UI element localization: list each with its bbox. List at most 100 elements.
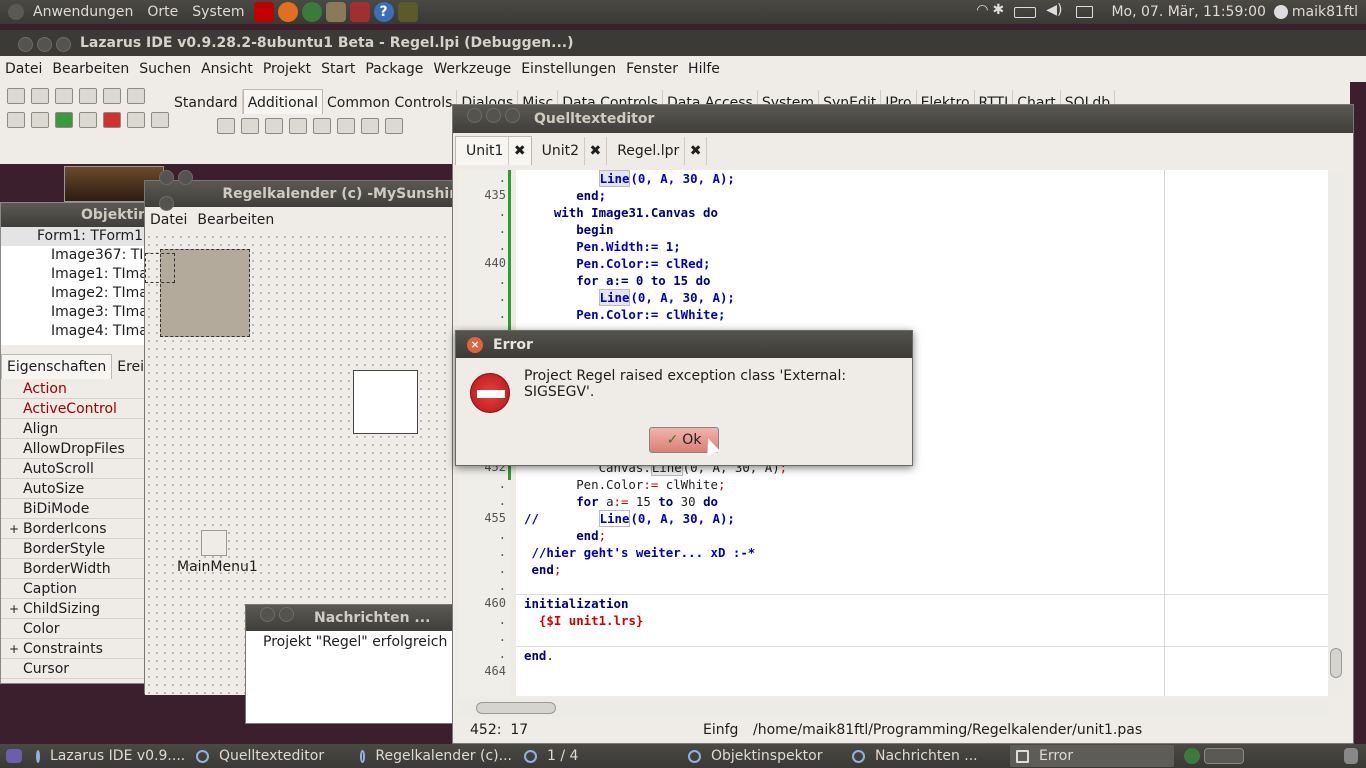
chrome-icon[interactable] (301, 2, 322, 22)
save-icon[interactable] (55, 88, 73, 104)
menu-ansicht[interactable]: Ansicht (196, 61, 258, 77)
rk-title-bar[interactable]: Regelkalender (c) -MySunshine (145, 170, 453, 211)
expand-icon[interactable]: + (9, 639, 19, 659)
tab-unit2[interactable]: Unit2 ✖ (532, 137, 608, 165)
oi-title-bar[interactable]: Objektinspektor (1, 203, 208, 227)
scrollbox-icon[interactable] (361, 118, 379, 134)
property-row[interactable]: AutoScroll (1, 459, 147, 479)
property-row[interactable]: Caption (1, 579, 147, 599)
close-icon[interactable] (159, 170, 174, 185)
workspace-switcher-icon[interactable] (1204, 748, 1244, 764)
step-into-icon[interactable] (127, 112, 145, 128)
speedbutton-icon[interactable] (241, 118, 259, 134)
mainmenu-component-icon[interactable] (201, 530, 227, 556)
task-lazarus[interactable]: Lazarus IDE v0.9.... (30, 745, 190, 767)
trash-icon[interactable] (1344, 748, 1358, 764)
shape-component[interactable] (353, 370, 418, 434)
battery-icon[interactable] (1014, 6, 1037, 18)
tree-item[interactable]: Image3: TImage (1, 303, 147, 322)
tree-item[interactable]: Image2: TImage (1, 284, 147, 303)
expand-icon[interactable]: + (9, 519, 19, 539)
property-row[interactable]: + BorderIcons (1, 519, 147, 539)
menu-projekt[interactable]: Projekt (258, 61, 316, 77)
bitbtn-icon[interactable] (217, 118, 235, 134)
minimize-icon[interactable] (178, 170, 193, 185)
menu-fenster[interactable]: Fenster (621, 61, 683, 77)
menu-system[interactable]: System (185, 4, 251, 20)
user-status-icon[interactable] (1273, 5, 1288, 19)
vertical-scrollbar[interactable] (1328, 170, 1344, 696)
tool-icon[interactable] (397, 2, 418, 22)
run-icon[interactable] (55, 112, 73, 128)
open-icon[interactable] (31, 88, 49, 104)
image-icon[interactable] (289, 118, 307, 134)
expand-icon[interactable]: + (9, 599, 19, 619)
close-tab-icon[interactable]: ✖ (589, 143, 601, 159)
tree-item[interactable]: Image367: TImage (1, 246, 147, 265)
mail-icon[interactable] (1076, 6, 1094, 18)
tree-item[interactable]: Image1: TImage (1, 265, 147, 284)
property-row[interactable]: BorderWidth (1, 559, 147, 579)
show-desktop-icon[interactable] (6, 749, 22, 763)
help-icon[interactable]: ? (373, 2, 394, 22)
hscroll-thumb[interactable] (476, 702, 556, 714)
view-forms-icon[interactable] (31, 112, 49, 128)
minimize-icon[interactable] (37, 37, 52, 52)
tree-item[interactable]: Form1: TForm1 (1, 227, 147, 246)
pause-icon[interactable] (79, 112, 97, 128)
user-name[interactable]: maik81ftl (1290, 4, 1366, 20)
task-regelkalender[interactable]: Regelkalender (c)... (354, 745, 518, 767)
chrome-icon[interactable] (1184, 748, 1200, 764)
close-tab-icon[interactable]: ✖ (690, 143, 702, 159)
property-row[interactable]: + Constraints (1, 639, 147, 659)
image-component-small[interactable] (145, 253, 175, 283)
tab-common-controls[interactable]: Common Controls (323, 90, 458, 114)
property-row[interactable]: ActiveControl (1, 399, 147, 419)
menu-orte[interactable]: Orte (140, 4, 185, 20)
stop-icon[interactable] (103, 112, 121, 128)
wifi-icon[interactable]: ◠ (976, 2, 988, 22)
ubuntu-logo-icon[interactable] (8, 4, 24, 20)
property-row[interactable]: Align (1, 419, 147, 439)
task-group[interactable]: 1 / 4 (518, 745, 682, 767)
property-row[interactable]: BorderStyle (1, 539, 147, 559)
firefox-icon[interactable] (277, 2, 298, 22)
maximize-icon[interactable] (505, 108, 520, 123)
nach-title-bar[interactable]: Nachrichten ... (246, 605, 454, 631)
task-quelltexteditor[interactable]: Quelltexteditor (190, 745, 354, 767)
close-icon[interactable] (18, 37, 33, 52)
task-error[interactable]: Error (1010, 745, 1174, 767)
horizontal-scrollbar[interactable] (458, 700, 1328, 716)
volume-icon[interactable]: ◀) (1046, 2, 1062, 22)
view-units-icon[interactable] (127, 88, 145, 104)
property-row[interactable]: AllowDropFiles (1, 439, 147, 459)
close-tab-icon[interactable]: ✖ (514, 143, 526, 159)
menu-bearbeiten[interactable]: Bearbeiten (47, 61, 134, 77)
close-icon[interactable] (260, 607, 275, 622)
menu-hilfe[interactable]: Hilfe (683, 61, 725, 77)
tab-standard[interactable]: Standard (170, 90, 243, 114)
error-title-bar[interactable]: × Error (456, 331, 912, 358)
maximize-icon[interactable] (56, 37, 71, 52)
gimp-icon[interactable] (325, 2, 346, 22)
menu-package[interactable]: Package (360, 61, 428, 77)
maximize-icon[interactable] (159, 196, 174, 211)
checkgroup-icon[interactable] (385, 118, 403, 134)
clock[interactable]: Mo, 07. Mär, 11:59:00 (1105, 4, 1271, 20)
close-icon[interactable]: × (467, 336, 483, 353)
lazarus-title-bar[interactable]: Lazarus IDE v0.9.28.2-8ubuntu1 Beta - Re… (0, 30, 1366, 56)
statictext-icon[interactable] (265, 118, 283, 134)
property-row[interactable]: AutoSize (1, 479, 147, 499)
property-row[interactable]: Cursor (1, 659, 147, 679)
tab-regel-lpr[interactable]: Regel.lpr ✖ (607, 137, 708, 165)
property-row[interactable]: BiDiMode (1, 499, 147, 519)
tab-unit1[interactable]: Unit1 ✖ (455, 136, 532, 165)
menu-start[interactable]: Start (316, 61, 360, 77)
filezilla-icon[interactable] (253, 2, 274, 22)
bevel-icon[interactable] (337, 118, 355, 134)
menu-datei[interactable]: Datei (0, 61, 47, 77)
tree-item[interactable]: Image4: TImage (1, 322, 147, 341)
menu-anwendungen[interactable]: Anwendungen (26, 4, 140, 20)
toggle-form-icon[interactable] (103, 88, 121, 104)
property-row[interactable]: Action (1, 379, 147, 399)
